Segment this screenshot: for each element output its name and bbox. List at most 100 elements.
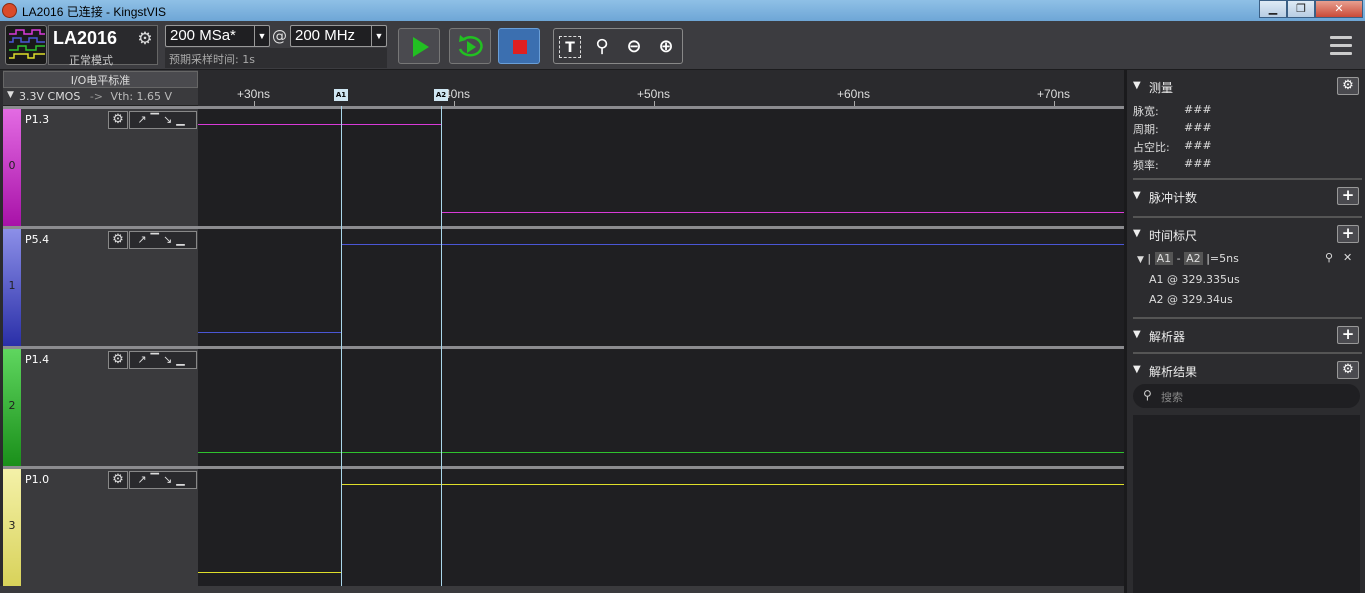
waveform-ch3-high [342,484,1124,485]
marker-a2-flag[interactable]: A2 [434,89,448,101]
close-button[interactable]: ✕ [1315,0,1363,18]
measure-row-pulse-width: 脉宽: ### [1133,103,1212,118]
ruler-tick: +30ns [237,87,271,101]
channel-name[interactable]: P1.0 [25,473,49,486]
channel-row-3[interactable]: 3 P1.0 ⚙ ↗▔↘▁ [3,466,198,586]
zoom-in-icon[interactable]: ⊕ [655,36,677,58]
io-standard-value: 3.3V CMOS [19,90,81,103]
add-time-ruler-button[interactable]: + [1337,225,1359,243]
io-standard-select[interactable]: 3.3V CMOS -> Vth: 1.65 V [19,90,172,103]
sample-depth-value: 200 MSa* [170,27,236,44]
app-logo-icon [2,3,17,18]
ruler-diff-row[interactable]: ▼ | A1 - A2 |=5ns [1137,252,1239,265]
sample-rate-select[interactable]: 200 MHz ▼ [290,25,387,47]
zoom-out-icon[interactable]: ⊖ [623,36,645,58]
waveform-area[interactable] [198,106,1124,586]
measure-row-frequency: 频率: ### [1133,157,1212,172]
collapse-caret-icon[interactable]: ▼ [1133,80,1141,91]
ruler-diff-value: |=5ns [1206,252,1239,265]
sample-rate-value: 200 MHz [295,27,356,44]
pin-icon[interactable]: ⚲ [1325,251,1333,264]
zoom-tools: T ⚲ ⊖ ⊕ [553,28,683,64]
marker-a2-line[interactable] [441,106,442,586]
window-title: LA2016 已连接 - KingstVIS [22,5,167,19]
channel-name[interactable]: P1.3 [25,113,49,126]
text-cursor-icon[interactable]: T [559,36,581,58]
zoom-fit-icon[interactable]: ⚲ [591,36,613,58]
window-titlebar: LA2016 已连接 - KingstVIS ▁ ❐ ✕ [0,0,1365,21]
chevron-down-icon: ▼ [254,26,269,46]
horizontal-scrollbar[interactable] [0,586,1124,593]
trigger-select-icons[interactable]: ↗▔↘▁ [129,351,197,369]
channel-name[interactable]: P5.4 [25,233,49,246]
results-settings-gear-icon[interactable]: ⚙ [1337,361,1359,379]
trigger-select-icons[interactable]: ↗▔↘▁ [129,471,197,489]
channel-gear-icon[interactable]: ⚙ [108,111,128,129]
add-analyzer-button[interactable]: + [1337,326,1359,344]
pulse-count-title: 脉冲计数 [1149,191,1198,205]
measure-settings-gear-icon[interactable]: ⚙ [1337,77,1359,95]
marker-a1-flag[interactable]: A1 [334,89,348,101]
hamburger-menu-icon[interactable] [1330,36,1352,56]
search-placeholder: 搜索 [1161,391,1183,404]
measure-title: 测量 [1149,81,1174,95]
vth-value: Vth: 1.65 V [110,90,173,103]
waveform-ch0-low [441,212,1124,213]
analyzer-results-title: 解析结果 [1149,365,1198,379]
chevron-down-icon: ▼ [371,26,386,46]
collapse-caret-icon[interactable]: ▼ [1133,329,1141,340]
channel-index: 0 [8,159,16,172]
remove-ruler-icon[interactable]: ✕ [1343,251,1352,264]
device-waveform-icon[interactable] [5,25,47,65]
io-standard-header: I/O电平标准 ▼ 3.3V CMOS -> Vth: 1.65 V [3,70,198,106]
waveform-ch1-low [198,332,342,333]
channel-gear-icon[interactable]: ⚙ [108,471,128,489]
channel-row-1[interactable]: 1 P5.4 ⚙ ↗▔↘▁ [3,226,198,346]
waveform-ch0-high [198,124,441,125]
ruler-tick: +50ns [637,87,671,101]
marker-a1-line[interactable] [341,106,342,586]
channel-index: 2 [8,399,16,412]
device-name: LA2016 [53,28,118,48]
channel-row-0[interactable]: 0 P1.3 ⚙ ↗▔↘▁ [3,106,198,226]
add-pulse-count-button[interactable]: + [1337,187,1359,205]
collapse-caret-icon[interactable]: ▼ [1133,228,1141,239]
ruler-tick: +70ns [1037,87,1071,101]
waveform-ch3-low [198,572,342,573]
repeat-run-button[interactable] [449,28,491,64]
device-settings-gear-icon[interactable]: ⚙ [135,29,155,49]
ruler-tick: +60ns [837,87,871,101]
start-button[interactable] [398,28,440,64]
expected-sample-time: 预期采样时间: 1s [165,48,387,68]
channel-row-2[interactable]: 2 P1.4 ⚙ ↗▔↘▁ [3,346,198,466]
ruler-a2-tag: A2 [1184,252,1203,265]
analyzer-results-list[interactable] [1133,415,1360,593]
waveform-ch2-low [198,452,1124,453]
channel-index: 1 [8,279,16,292]
stop-button[interactable] [498,28,540,64]
trigger-select-icons[interactable]: ↗▔↘▁ [129,111,197,129]
maximize-button[interactable]: ❐ [1287,0,1315,18]
channel-gear-icon[interactable]: ⚙ [108,231,128,249]
results-search-input[interactable]: ⚲ 搜索 [1133,384,1360,408]
collapse-caret-icon[interactable]: ▼ [1133,364,1141,375]
stop-icon [513,40,527,54]
time-ruler-title: 时间标尺 [1149,229,1198,243]
measure-row-duty: 占空比: ### [1133,139,1212,154]
channel-gear-icon[interactable]: ⚙ [108,351,128,369]
io-standard-label: I/O电平标准 [3,71,198,88]
trigger-select-icons[interactable]: ↗▔↘▁ [129,231,197,249]
device-mode: 正常模式 [69,54,113,67]
search-icon: ⚲ [1143,388,1152,402]
sample-depth-select[interactable]: 200 MSa* ▼ [165,25,270,47]
right-panel: ▼ 测量 ⚙ 脉宽: ### 周期: ### 占空比: ### 频率: ### ▼ 脉冲… [1124,70,1365,593]
minimize-button[interactable]: ▁ [1259,0,1287,18]
ruler-a1-tag: A1 [1154,252,1174,265]
vth-arrow: -> [89,90,104,103]
collapse-caret-icon[interactable]: ▼ [1137,255,1144,265]
chevron-down-icon[interactable]: ▼ [7,90,14,100]
channel-name[interactable]: P1.4 [25,353,49,366]
at-symbol: @ [272,27,287,45]
device-selector[interactable]: LA2016 正常模式 ⚙ [48,25,158,67]
collapse-caret-icon[interactable]: ▼ [1133,190,1141,201]
